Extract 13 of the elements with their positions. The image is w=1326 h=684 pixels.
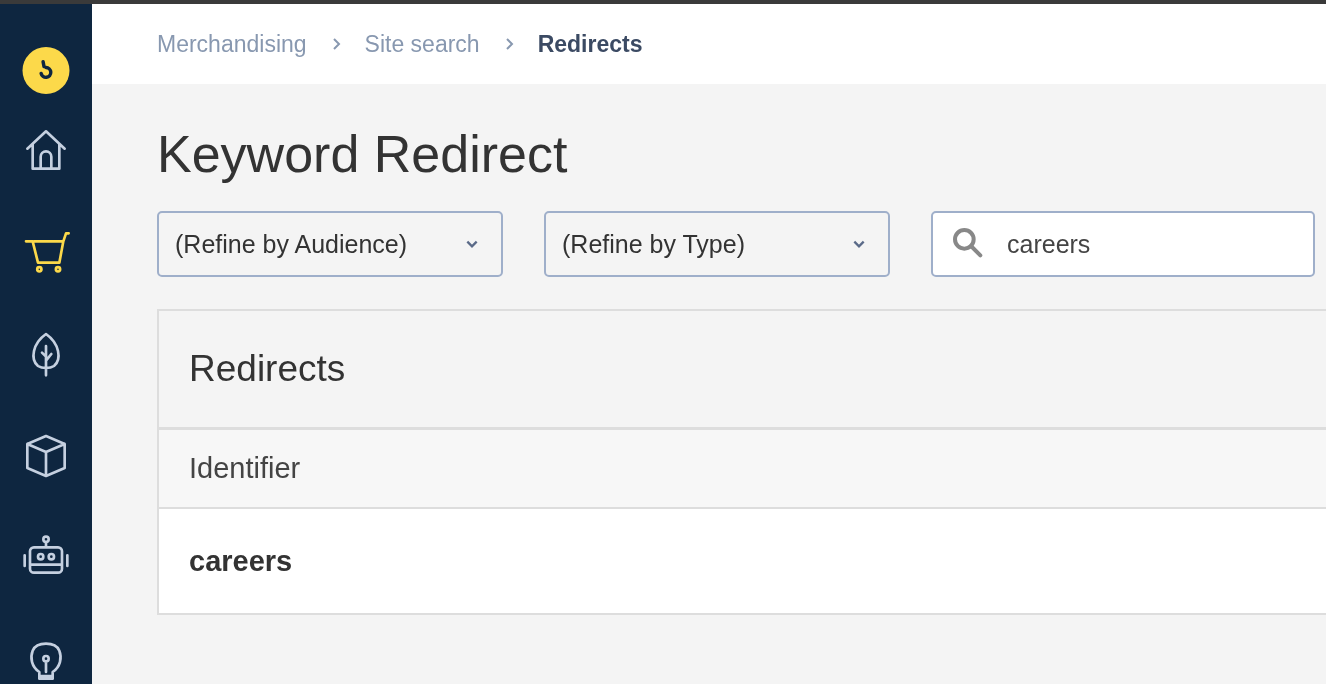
chevron-down-icon xyxy=(852,239,866,249)
logo-icon[interactable] xyxy=(22,47,70,94)
breadcrumb-current: Redirects xyxy=(537,30,643,58)
filter-dropdown[interactable]: (Refine by Type) xyxy=(544,211,890,277)
chevron-right-icon xyxy=(503,37,514,51)
column-header: Identifier xyxy=(189,452,301,485)
page-title: Keyword Redirect xyxy=(157,124,569,184)
search-field[interactable]: careers xyxy=(931,211,1315,277)
chevron-down-icon xyxy=(465,239,479,249)
chevron-right-icon xyxy=(330,37,341,51)
filter-dropdown[interactable]: (Refine by Audience) xyxy=(157,211,503,277)
card-title: Redirects xyxy=(189,348,346,390)
table-cell: careers xyxy=(189,544,293,578)
